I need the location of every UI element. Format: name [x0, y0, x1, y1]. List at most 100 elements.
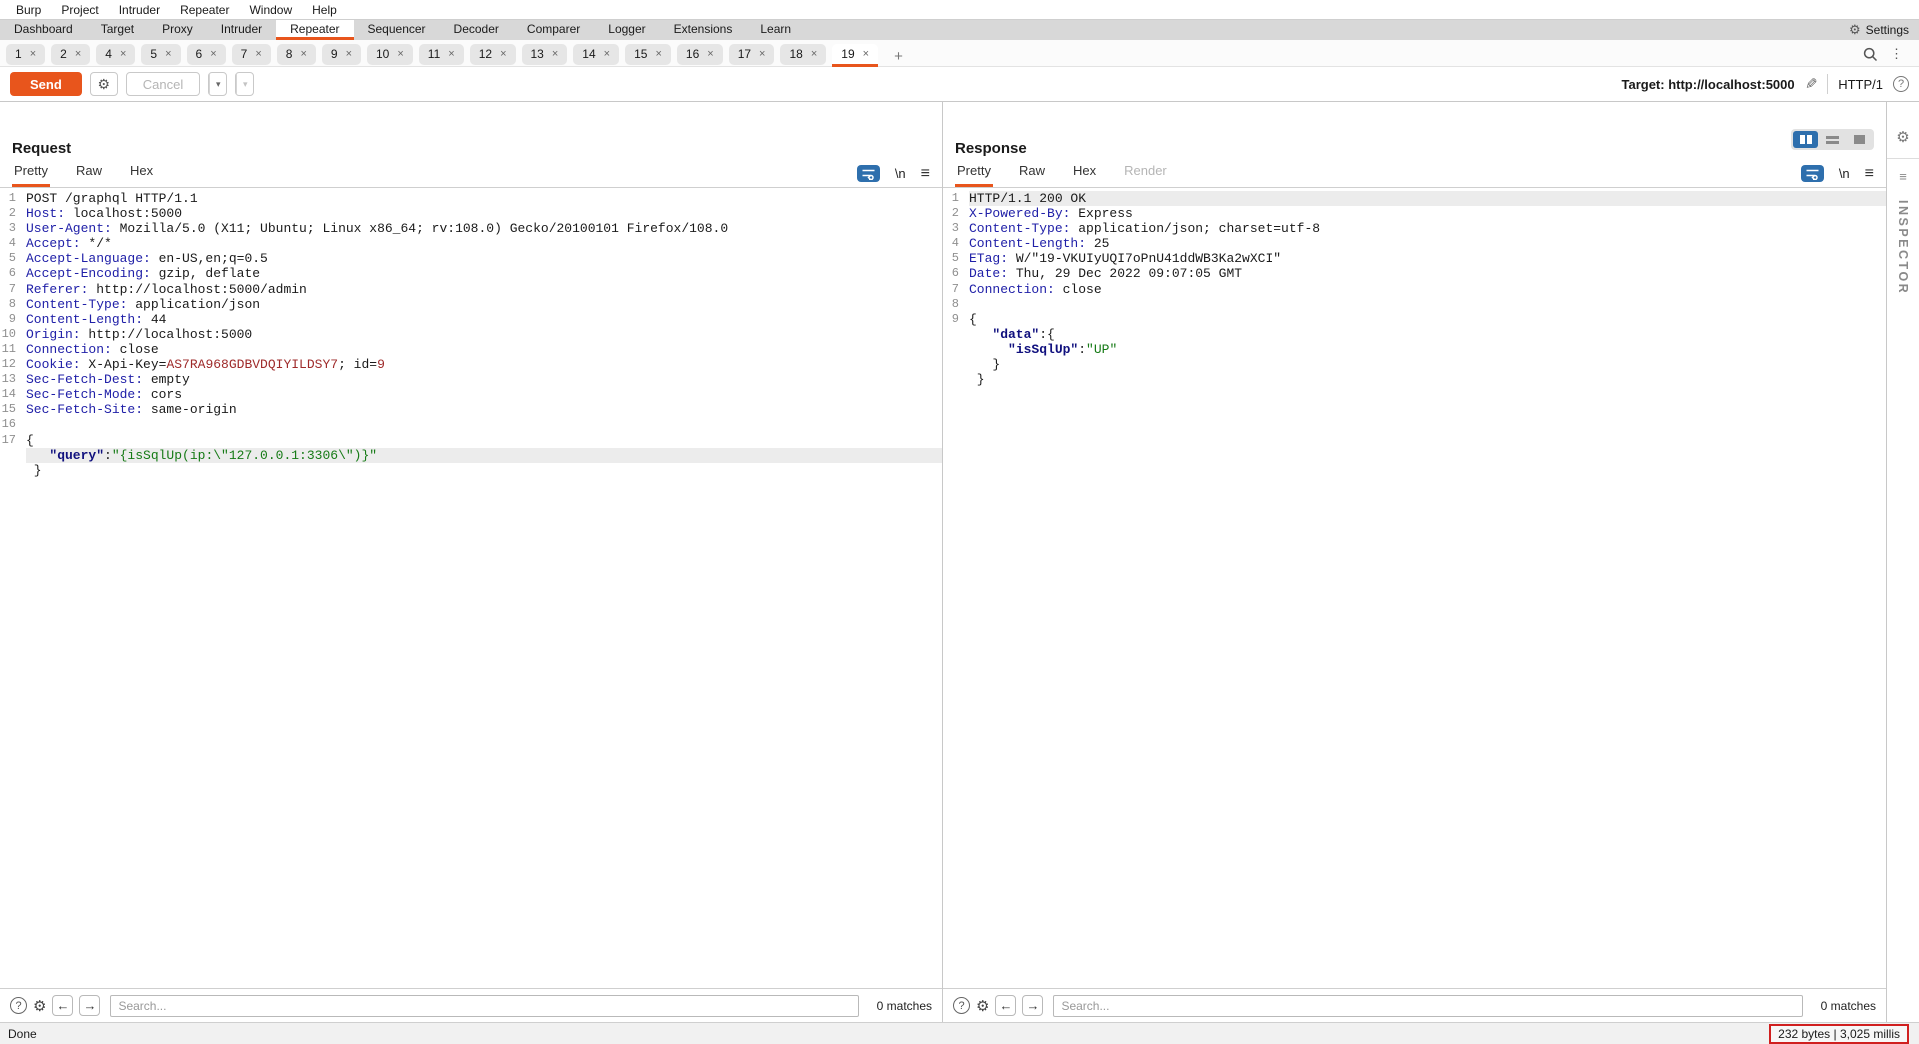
overflow-menu-icon[interactable]: ⋮: [1890, 46, 1903, 62]
search-prev-icon[interactable]: ←: [52, 995, 73, 1016]
search-settings-icon[interactable]: ⚙: [976, 997, 989, 1015]
layout-single-icon[interactable]: [1847, 131, 1872, 148]
layout-rows-icon[interactable]: [1820, 131, 1845, 148]
layout-columns-icon[interactable]: [1793, 131, 1818, 148]
show-newlines-icon[interactable]: \n: [895, 166, 906, 181]
repeater-tab-14[interactable]: 14×: [573, 44, 619, 65]
close-tab-icon[interactable]: ×: [759, 48, 765, 60]
close-tab-icon[interactable]: ×: [604, 48, 610, 60]
close-tab-icon[interactable]: ×: [811, 48, 817, 60]
repeater-tab-11[interactable]: 11×: [419, 44, 464, 65]
close-tab-icon[interactable]: ×: [210, 48, 216, 60]
search-settings-icon[interactable]: ⚙: [33, 997, 46, 1015]
inspector-filter-icon[interactable]: ≡: [1899, 169, 1907, 184]
tab-comparer[interactable]: Comparer: [513, 20, 594, 40]
request-settings-button[interactable]: ⚙: [90, 72, 118, 96]
request-tab-pretty[interactable]: Pretty: [12, 163, 50, 187]
search-help-icon[interactable]: ?: [10, 997, 27, 1014]
repeater-tab-18[interactable]: 18×: [780, 44, 826, 65]
response-search-input[interactable]: [1053, 995, 1802, 1017]
repeater-tab-19[interactable]: 19×: [832, 44, 878, 67]
tab-logger[interactable]: Logger: [594, 20, 659, 40]
forward-dropdown-icon[interactable]: ▾: [236, 73, 253, 95]
send-button[interactable]: Send: [10, 72, 82, 96]
search-prev-icon[interactable]: ←: [995, 995, 1016, 1016]
search-icon[interactable]: [1863, 47, 1878, 62]
response-tab-render[interactable]: Render: [1122, 163, 1169, 187]
back-dropdown-icon[interactable]: ▾: [209, 73, 226, 95]
search-help-icon[interactable]: ?: [953, 997, 970, 1014]
close-tab-icon[interactable]: ×: [863, 48, 869, 60]
tab-dashboard[interactable]: Dashboard: [0, 20, 87, 40]
repeater-tab-17[interactable]: 17×: [729, 44, 775, 65]
repeater-tab-2[interactable]: 2×: [51, 44, 90, 65]
inspector-label[interactable]: INSPECTOR: [1896, 200, 1910, 295]
tab-intruder[interactable]: Intruder: [207, 20, 276, 40]
repeater-tab-9[interactable]: 9×: [322, 44, 361, 65]
show-newlines-icon[interactable]: \n: [1839, 166, 1850, 181]
close-tab-icon[interactable]: ×: [75, 48, 81, 60]
repeater-tab-7[interactable]: 7×: [232, 44, 271, 65]
tab-number: 10: [376, 47, 389, 61]
close-tab-icon[interactable]: ×: [397, 48, 403, 60]
tab-extensions[interactable]: Extensions: [660, 20, 747, 40]
response-tab-pretty[interactable]: Pretty: [955, 163, 993, 187]
editor-menu-icon[interactable]: ≡: [1865, 166, 1874, 182]
repeater-tab-4[interactable]: 4×: [96, 44, 135, 65]
search-next-icon[interactable]: →: [79, 995, 100, 1016]
repeater-tab-8[interactable]: 8×: [277, 44, 316, 65]
response-tab-raw[interactable]: Raw: [1017, 163, 1047, 187]
tab-learn[interactable]: Learn: [746, 20, 805, 40]
inspector-settings-icon[interactable]: ⚙: [1896, 128, 1909, 146]
tab-proxy[interactable]: Proxy: [148, 20, 207, 40]
close-tab-icon[interactable]: ×: [500, 48, 506, 60]
close-tab-icon[interactable]: ×: [552, 48, 558, 60]
close-tab-icon[interactable]: ×: [120, 48, 126, 60]
close-tab-icon[interactable]: ×: [255, 48, 261, 60]
menu-help[interactable]: Help: [302, 1, 347, 19]
tab-repeater[interactable]: Repeater: [276, 20, 353, 40]
repeater-tab-1[interactable]: 1×: [6, 44, 45, 65]
word-wrap-icon[interactable]: [857, 165, 880, 182]
back-history-button[interactable]: < ▾: [208, 72, 227, 96]
new-tab-button[interactable]: +: [884, 48, 913, 67]
repeater-tab-15[interactable]: 15×: [625, 44, 671, 65]
menu-burp[interactable]: Burp: [6, 1, 51, 19]
repeater-tab-16[interactable]: 16×: [677, 44, 723, 65]
repeater-tab-12[interactable]: 12×: [470, 44, 516, 65]
menu-project[interactable]: Project: [51, 1, 108, 19]
settings-button[interactable]: ⚙ Settings: [1839, 20, 1919, 40]
close-tab-icon[interactable]: ×: [448, 48, 454, 60]
tab-decoder[interactable]: Decoder: [440, 20, 513, 40]
request-editor[interactable]: 1POST /graphql HTTP/1.12Host: localhost:…: [0, 187, 942, 988]
close-tab-icon[interactable]: ×: [346, 48, 352, 60]
menu-window[interactable]: Window: [239, 1, 302, 19]
cancel-button[interactable]: Cancel: [126, 72, 200, 96]
request-tab-raw[interactable]: Raw: [74, 163, 104, 187]
help-icon[interactable]: ?: [1893, 76, 1909, 92]
close-tab-icon[interactable]: ×: [30, 48, 36, 60]
code-line: 1POST /graphql HTTP/1.1: [0, 191, 942, 206]
word-wrap-icon[interactable]: [1801, 165, 1824, 182]
tab-target[interactable]: Target: [87, 20, 148, 40]
request-search-input[interactable]: [110, 995, 858, 1017]
editor-menu-icon[interactable]: ≡: [921, 166, 930, 182]
menu-intruder[interactable]: Intruder: [109, 1, 170, 19]
protocol-label[interactable]: HTTP/1: [1838, 77, 1883, 92]
repeater-tab-5[interactable]: 5×: [141, 44, 180, 65]
tab-sequencer[interactable]: Sequencer: [354, 20, 440, 40]
repeater-tab-13[interactable]: 13×: [522, 44, 568, 65]
repeater-tab-6[interactable]: 6×: [187, 44, 226, 65]
close-tab-icon[interactable]: ×: [655, 48, 661, 60]
menu-repeater[interactable]: Repeater: [170, 1, 239, 19]
request-tab-hex[interactable]: Hex: [128, 163, 155, 187]
response-editor[interactable]: 1HTTP/1.1 200 OK2X-Powered-By: Express3C…: [943, 187, 1886, 988]
response-tab-hex[interactable]: Hex: [1071, 163, 1098, 187]
close-tab-icon[interactable]: ×: [165, 48, 171, 60]
edit-target-icon[interactable]: ✎: [1805, 75, 1818, 93]
close-tab-icon[interactable]: ×: [707, 48, 713, 60]
forward-history-button[interactable]: > ▾: [235, 72, 254, 96]
close-tab-icon[interactable]: ×: [300, 48, 306, 60]
search-next-icon[interactable]: →: [1022, 995, 1043, 1016]
repeater-tab-10[interactable]: 10 ×: [367, 44, 413, 65]
